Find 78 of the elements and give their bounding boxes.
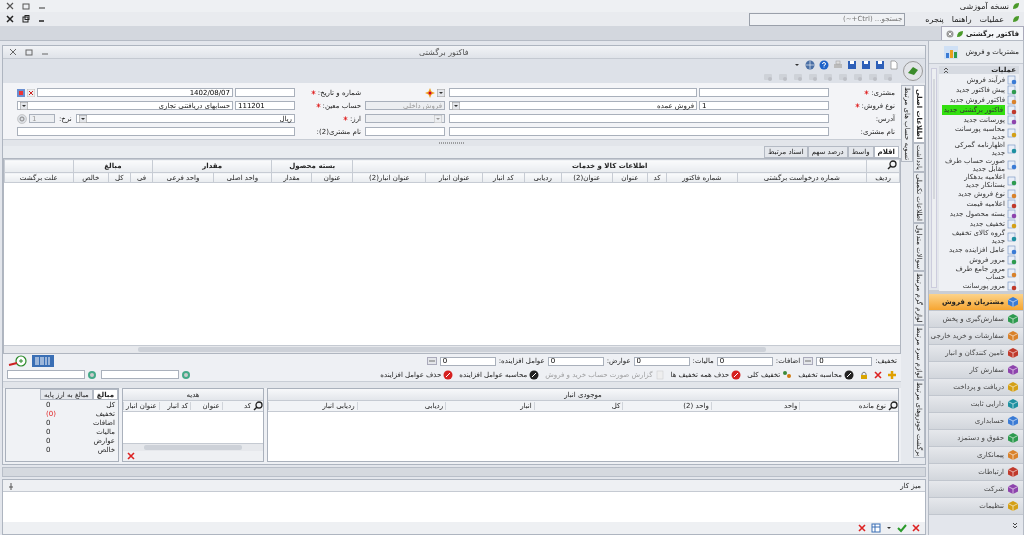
customer-code-field[interactable] [699, 88, 829, 97]
ellipsis-icon [804, 359, 813, 363]
lookup-icon[interactable] [87, 369, 97, 380]
dropdown-icon[interactable] [437, 88, 445, 97]
scrollbar[interactable] [4, 345, 900, 353]
refresh-icon[interactable] [17, 113, 27, 124]
number-field[interactable] [235, 88, 295, 97]
ellipsis-icon [427, 359, 436, 363]
globe-icon[interactable] [805, 60, 815, 70]
customer-name-field[interactable] [17, 127, 295, 136]
delete-icon[interactable] [126, 451, 136, 461]
cube-icon [1007, 381, 1019, 393]
lock-icon[interactable] [859, 369, 869, 380]
print-icon[interactable] [833, 60, 843, 70]
dropdown-icon[interactable] [793, 61, 801, 69]
check-icon[interactable] [897, 523, 907, 533]
dots-icon [782, 369, 793, 380]
cube-icon [1007, 449, 1019, 461]
lookup-icon[interactable] [181, 369, 191, 380]
cube-icon [1007, 313, 1019, 325]
cube-icon [1007, 347, 1019, 359]
cube-icon [1007, 415, 1019, 427]
calendar-icon[interactable] [17, 88, 25, 97]
cube-icon [1007, 398, 1019, 410]
remove-icon [443, 369, 454, 380]
customer-name-field[interactable] [449, 127, 829, 136]
star-icon[interactable] [425, 87, 435, 98]
leaf-icon [955, 29, 964, 38]
grid-icon[interactable] [871, 523, 881, 533]
calculate-icon [529, 369, 540, 380]
cube-icon [1007, 364, 1019, 376]
more-button[interactable] [426, 357, 437, 365]
cube-icon [1007, 483, 1019, 495]
delete-icon[interactable] [911, 523, 921, 533]
dropdown-icon[interactable] [452, 101, 460, 110]
lookup-field[interactable] [7, 369, 97, 380]
address-field[interactable] [449, 114, 829, 123]
page-icon [654, 369, 665, 380]
collapse-icon[interactable] [942, 66, 950, 74]
calculate-icon [844, 369, 854, 380]
clear-icon[interactable] [27, 88, 35, 97]
close-icon[interactable] [6, 15, 14, 23]
chart-icon [943, 44, 959, 60]
search-icon[interactable] [888, 401, 898, 411]
menu-item[interactable]: پنجره [925, 14, 944, 24]
cube-icon [1007, 432, 1019, 444]
customer-field[interactable] [449, 88, 697, 97]
cube-icon [1007, 500, 1019, 512]
dropdown-icon[interactable] [885, 524, 893, 532]
app-title: نسخه آموزشی [959, 1, 1009, 11]
window-title: فاکتور برگشتی [419, 47, 469, 57]
splitter-handle-icon[interactable] [437, 141, 467, 145]
toolbar-icon[interactable] [778, 72, 788, 82]
cube-icon [1007, 466, 1019, 478]
pin-icon[interactable] [7, 481, 15, 490]
menu-item[interactable]: راهنما [951, 14, 972, 24]
add-icon[interactable] [887, 369, 897, 380]
chevron-icon[interactable] [1011, 521, 1019, 529]
barcode-icon[interactable] [32, 355, 54, 367]
text-field[interactable] [365, 127, 445, 136]
restore-icon[interactable] [22, 15, 30, 23]
search-icon[interactable] [887, 160, 897, 170]
lookup-field[interactable] [101, 369, 191, 380]
delete-icon[interactable] [857, 523, 867, 533]
cube-icon [1007, 296, 1019, 308]
search-icon[interactable] [253, 401, 263, 411]
toolbar-icon[interactable] [763, 72, 773, 82]
remove-icon [731, 369, 742, 380]
close-icon[interactable] [6, 2, 14, 10]
add-search-icon[interactable] [7, 355, 29, 367]
help-icon[interactable] [819, 60, 829, 70]
delete-icon[interactable] [873, 369, 883, 380]
menu-item[interactable]: عملیات [979, 14, 1004, 24]
dropdown-icon[interactable] [78, 114, 87, 123]
scrollbar[interactable] [931, 68, 937, 288]
more-button[interactable] [803, 357, 814, 365]
dropdown-icon[interactable] [20, 101, 28, 110]
cube-icon [1007, 330, 1019, 342]
